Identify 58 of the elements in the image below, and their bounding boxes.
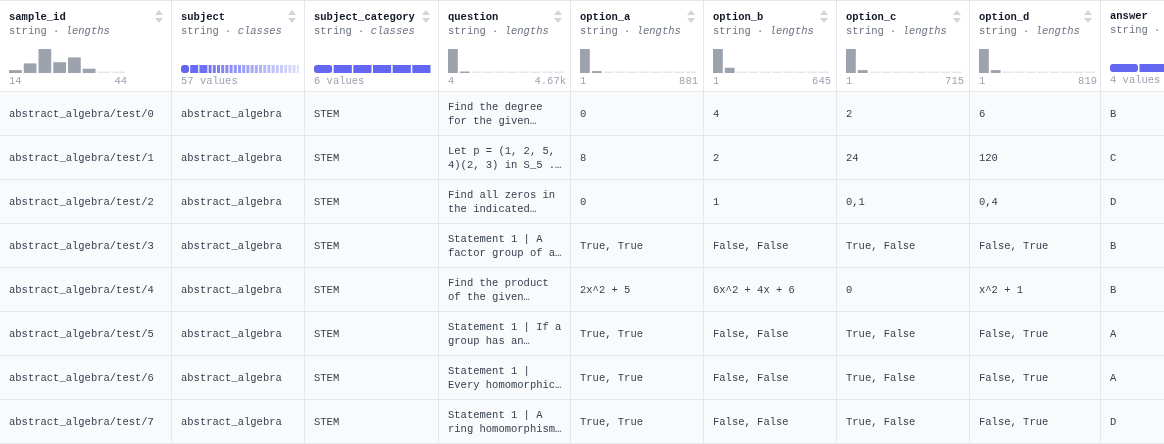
range-min: 14 xyxy=(9,75,22,87)
range-min: 1 xyxy=(713,75,720,87)
class-count: 57 values xyxy=(181,75,238,87)
table-cell: STEM xyxy=(305,400,439,444)
class-count: 6 values xyxy=(314,75,365,87)
sort-icon[interactable] xyxy=(1084,10,1092,23)
range-max: 715 xyxy=(945,75,964,87)
table-cell: abstract_algebra/test/7 xyxy=(0,400,172,444)
sort-icon[interactable] xyxy=(422,10,430,23)
column-type: string · classes xyxy=(181,25,283,37)
range-max: 4.67k xyxy=(534,75,566,87)
column-header[interactable]: option_a string · lengths 1 881 xyxy=(571,1,704,92)
range-min: 4 xyxy=(448,75,455,87)
column-name: sample_id xyxy=(9,10,66,23)
column-header[interactable]: subject string · classes 57 values xyxy=(172,1,305,92)
range-min: 1 xyxy=(846,75,853,87)
column-name: subject_category xyxy=(314,10,415,23)
range-max: 44 xyxy=(114,75,127,87)
column-type: string · lengths xyxy=(580,25,682,37)
column-header[interactable]: question string · lengths 4 4.67k xyxy=(439,1,571,92)
range-min: 1 xyxy=(580,75,587,87)
column-header[interactable]: option_d string · lengths 1 819 xyxy=(970,1,1101,92)
range-max: 645 xyxy=(812,75,831,87)
column-name: option_c xyxy=(846,10,897,23)
column-name: question xyxy=(448,10,499,23)
sort-icon[interactable] xyxy=(687,10,695,23)
sort-icon[interactable] xyxy=(155,10,163,23)
range-min: 1 xyxy=(979,75,986,87)
table-cell: abstract_algebra xyxy=(172,400,305,444)
table-cell: Statement 1 | A ring homomorphism… xyxy=(439,400,571,444)
column-type: string · xyxy=(1110,24,1162,36)
range-max: 819 xyxy=(1078,75,1097,87)
sort-icon[interactable] xyxy=(953,10,961,23)
column-header[interactable]: sample_id string · lengths 14 44 xyxy=(0,1,172,92)
sort-icon[interactable] xyxy=(554,10,562,23)
table-cell: True, False xyxy=(837,400,970,444)
column-name: answer xyxy=(1110,10,1148,22)
table-cell: D xyxy=(1101,400,1164,444)
column-type: string · lengths xyxy=(9,25,111,37)
table-cell: False, True xyxy=(970,400,1101,444)
column-name: subject xyxy=(181,10,226,23)
class-count: 4 values xyxy=(1110,74,1161,86)
table-cell: False, False xyxy=(704,400,837,444)
table-cell: True, True xyxy=(571,400,704,444)
column-type: string · lengths xyxy=(448,25,550,37)
column-name: option_a xyxy=(580,10,631,23)
column-name: option_b xyxy=(713,10,764,23)
column-header[interactable]: subject_category string · classes 6 values xyxy=(305,1,439,92)
column-type: string · classes xyxy=(314,25,416,37)
sort-icon[interactable] xyxy=(820,10,828,23)
column-type: string · lengths xyxy=(713,25,815,37)
column-name: option_d xyxy=(979,10,1030,23)
column-type: string · lengths xyxy=(846,25,948,37)
column-header[interactable]: option_c string · lengths 1 715 xyxy=(837,1,970,92)
range-max: 881 xyxy=(679,75,698,87)
sort-icon[interactable] xyxy=(288,10,296,23)
column-header[interactable]: option_b string · lengths 1 645 xyxy=(704,1,837,92)
column-type: string · lengths xyxy=(979,25,1081,37)
